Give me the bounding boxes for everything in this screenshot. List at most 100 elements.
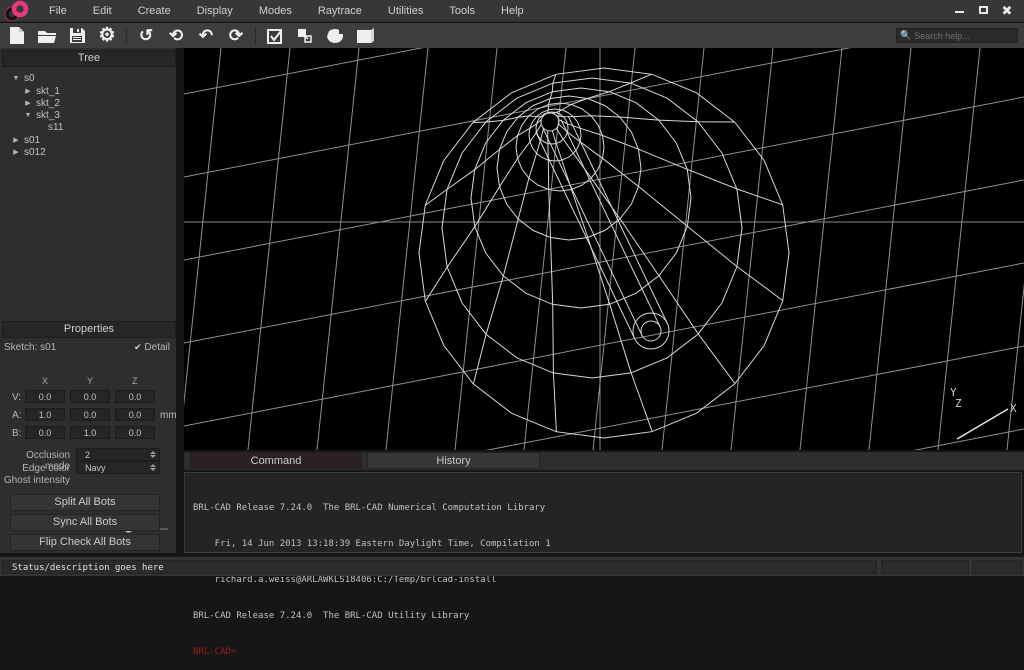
- chevron-right-icon[interactable]: ▶: [24, 99, 32, 107]
- chevron-right-icon[interactable]: ▶: [24, 87, 32, 95]
- redo-dashed-icon[interactable]: ⟳: [221, 24, 251, 48]
- search-input[interactable]: [914, 30, 1015, 41]
- edge-color-value: Navy: [85, 462, 106, 473]
- menu-modes[interactable]: Modes: [246, 0, 305, 22]
- edit-box-icon[interactable]: [260, 24, 290, 48]
- properties-pane-header: Properties: [2, 321, 176, 338]
- tree-item-s01[interactable]: ▶ s01: [12, 134, 40, 146]
- status-segment-mid: [881, 560, 969, 574]
- b-x-field[interactable]: [25, 426, 65, 439]
- column-header-y: Y: [87, 376, 94, 386]
- v-z-field[interactable]: [115, 390, 155, 403]
- save-icon[interactable]: [62, 24, 92, 48]
- menu-display[interactable]: Display: [184, 0, 246, 22]
- tree-item-skt3[interactable]: ▼ skt_3: [24, 109, 60, 121]
- occlusion-mode-value: 2: [85, 449, 91, 460]
- split-all-bots-button[interactable]: Split All Bots: [10, 494, 160, 511]
- status-text: Status/description goes here: [12, 563, 164, 573]
- tree-item-label: skt_3: [36, 109, 60, 121]
- sidebar: Tree ▼ s0 ▶ skt_1 ▶ skt_2 ▼ skt_3 s11 ▶ s01 ▶…: [0, 48, 180, 553]
- raytrace-icon[interactable]: [320, 24, 350, 48]
- menu-file[interactable]: File: [36, 0, 80, 22]
- tab-history[interactable]: History: [367, 452, 540, 469]
- tree-item-s012[interactable]: ▶ s012: [12, 146, 46, 158]
- svg-text:Z: Z: [955, 397, 962, 410]
- menu-utilities[interactable]: Utilities: [375, 0, 436, 22]
- search-box: 🔍: [896, 28, 1018, 43]
- tree-item-label: skt_2: [36, 97, 60, 109]
- spinner-arrows-icon: [150, 464, 156, 471]
- undo-icon[interactable]: ↺: [131, 24, 161, 48]
- tree-item-s11[interactable]: s11: [48, 121, 63, 133]
- row-label-b: B:: [12, 428, 22, 439]
- console-prompt: BRL-CAD>: [193, 647, 237, 657]
- new-file-icon[interactable]: [2, 24, 32, 48]
- column-header-x: X: [42, 376, 49, 386]
- chevron-down-icon[interactable]: ▼: [12, 75, 20, 82]
- sketch-label: Sketch: s01: [4, 342, 57, 353]
- search-icon: 🔍: [900, 30, 912, 40]
- v-x-field[interactable]: [25, 390, 65, 403]
- undo-filled-icon[interactable]: ⟲: [161, 24, 191, 48]
- b-z-field[interactable]: [115, 426, 155, 439]
- ghost-intensity-label: Ghost intensity: [3, 475, 70, 486]
- console-line: BRL-CAD Release 7.24.0 The BRL-CAD Numer…: [193, 503, 546, 513]
- sync-all-bots-button[interactable]: Sync All Bots: [10, 514, 160, 531]
- check-icon: ✔: [134, 342, 142, 352]
- chevron-down-icon[interactable]: ▼: [24, 112, 32, 119]
- maximize-icon[interactable]: [976, 5, 990, 17]
- row-label-a: A:: [12, 410, 22, 421]
- a-z-field[interactable]: [115, 408, 155, 421]
- viewport-wireframe: YZ X: [109, 0, 1024, 670]
- command-console[interactable]: BRL-CAD Release 7.24.0 The BRL-CAD Numer…: [184, 472, 1022, 657]
- detail-checkbox[interactable]: ✔ Detail: [134, 342, 170, 353]
- close-icon[interactable]: ✖: [1000, 3, 1014, 19]
- console-line: BRL-CAD Release 7.24.0 The BRL-CAD Utili…: [193, 611, 470, 621]
- tree-pane-header: Tree: [2, 50, 176, 67]
- move-copy-icon[interactable]: [290, 24, 320, 48]
- settings-gear-icon[interactable]: ⚙: [92, 24, 122, 48]
- column-header-z: Z: [132, 376, 138, 386]
- open-folder-icon[interactable]: [32, 24, 62, 48]
- menu-raytrace[interactable]: Raytrace: [305, 0, 375, 22]
- menu-edit[interactable]: Edit: [80, 0, 125, 22]
- console-tab-row: Command History: [184, 452, 1024, 470]
- tree-item-label: s012: [24, 146, 46, 158]
- minimize-icon[interactable]: [952, 5, 966, 17]
- tab-command[interactable]: Command: [190, 452, 362, 469]
- menu-tools[interactable]: Tools: [436, 0, 488, 22]
- occlusion-mode-select[interactable]: 2: [76, 448, 160, 461]
- framebuffer-icon[interactable]: [350, 24, 380, 48]
- edge-color-label: Edge color: [22, 463, 70, 474]
- tree-item-skt1[interactable]: ▶ skt_1: [24, 85, 60, 97]
- flip-check-all-bots-button[interactable]: Flip Check All Bots: [10, 534, 160, 551]
- viewport-3d[interactable]: YZX: [109, 0, 1024, 670]
- title-bar: File Edit Create Display Modes Raytrace …: [0, 0, 1024, 22]
- v-y-field[interactable]: [70, 390, 110, 403]
- undo-curve-icon[interactable]: ↶: [191, 24, 221, 48]
- a-x-field[interactable]: [25, 408, 65, 421]
- toolbar-separator: [126, 26, 127, 45]
- toolbar-separator: [255, 26, 256, 45]
- tree-item-label: s11: [48, 121, 64, 133]
- tree-item-label: skt_1: [36, 85, 60, 97]
- menu-help[interactable]: Help: [488, 0, 537, 22]
- chevron-right-icon[interactable]: ▶: [12, 148, 20, 156]
- row-label-v: V:: [12, 392, 22, 403]
- detail-label: Detail: [144, 342, 170, 353]
- tree-item-s0[interactable]: ▼ s0: [12, 72, 35, 84]
- tree-item-skt2[interactable]: ▶ skt_2: [24, 97, 60, 109]
- edge-color-select[interactable]: Navy: [76, 461, 160, 474]
- tree-item-label: s0: [24, 72, 35, 84]
- unit-label: mm: [160, 410, 177, 421]
- svg-text:X: X: [1010, 402, 1017, 415]
- console-line: Fri, 14 Jun 2013 13:18:39 Eastern Daylig…: [193, 539, 551, 549]
- spinner-arrows-icon: [150, 451, 156, 458]
- menu-create[interactable]: Create: [125, 0, 184, 22]
- b-y-field[interactable]: [70, 426, 110, 439]
- toolbar: ⚙ ↺ ⟲ ↶ ⟳ 🔍: [0, 23, 1024, 48]
- brlcad-logo-icon: [4, 0, 29, 21]
- a-y-field[interactable]: [70, 408, 110, 421]
- brlcad-logo: [0, 0, 36, 22]
- chevron-right-icon[interactable]: ▶: [12, 136, 20, 144]
